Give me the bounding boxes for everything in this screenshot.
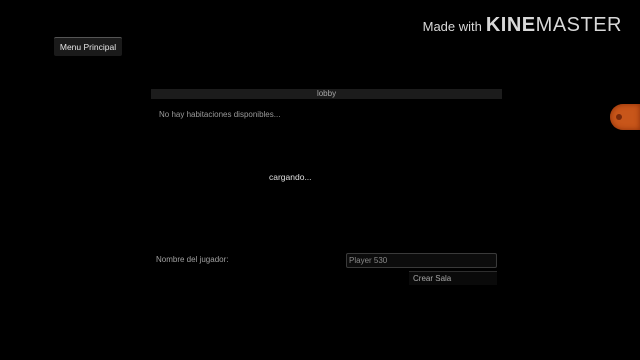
watermark-brand: KINEMASTER xyxy=(486,14,622,37)
player-name-label: Nombre del jugador: xyxy=(156,255,229,264)
watermark-brand-bold: KINE xyxy=(485,14,536,36)
main-menu-button[interactable]: Menu Principal xyxy=(54,37,122,56)
loading-text: cargando... xyxy=(269,172,312,182)
game-lobby-screen: Menu Principal Made with KINEMASTER lobb… xyxy=(0,0,640,360)
lobby-header: lobby xyxy=(151,89,502,99)
no-rooms-message: No hay habitaciones disponibles... xyxy=(159,110,281,119)
side-drawer-handle[interactable] xyxy=(610,104,640,130)
create-room-button[interactable]: Crear Sala xyxy=(409,271,497,285)
player-name-input[interactable]: Player 530 xyxy=(346,253,497,268)
watermark-brand-rest: MASTER xyxy=(535,14,622,36)
kinemaster-watermark: Made with KINEMASTER xyxy=(423,14,622,37)
watermark-prefix: Made with xyxy=(422,19,482,34)
